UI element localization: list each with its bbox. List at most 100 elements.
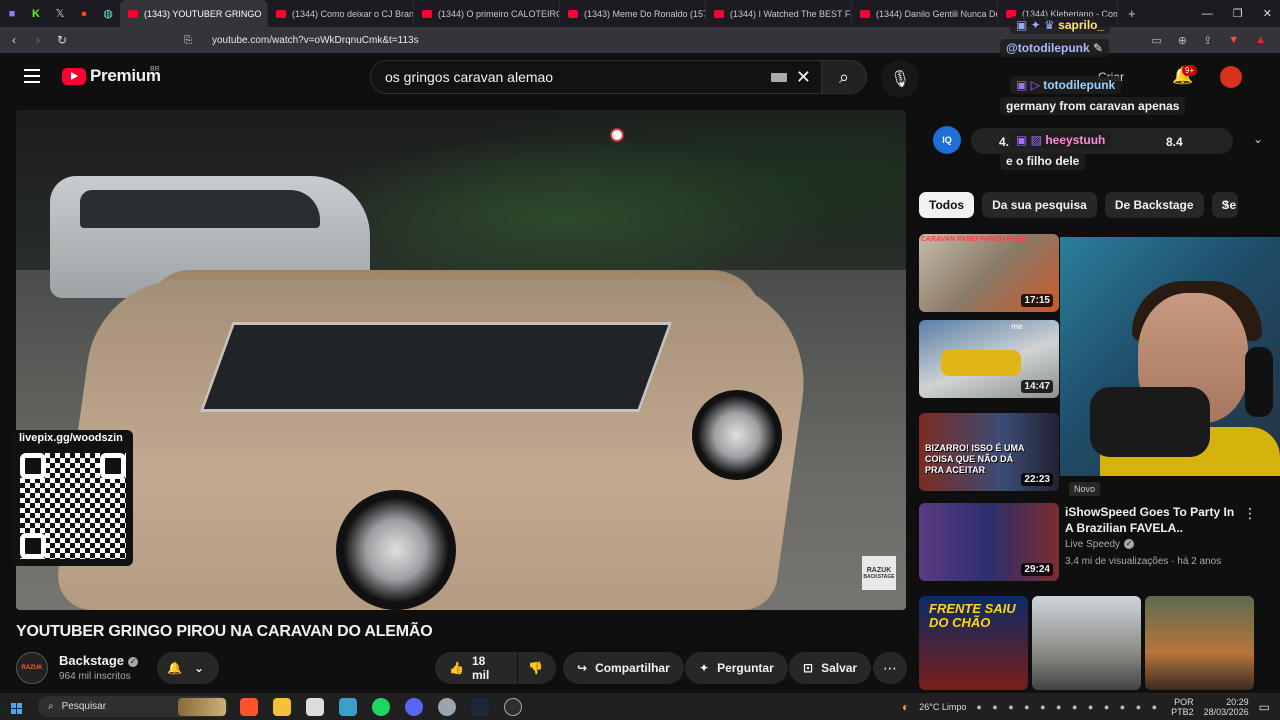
dislike-button[interactable]: 👎 bbox=[518, 652, 556, 684]
kick-icon[interactable]: K bbox=[24, 0, 48, 27]
clock[interactable]: 20:29 28/03/2026 bbox=[1204, 697, 1249, 717]
file-explorer-icon[interactable] bbox=[273, 697, 291, 716]
zoom-icon[interactable]: ⊕ bbox=[1178, 34, 1187, 47]
badge-icon: ▣ ✦ ♛ bbox=[1016, 18, 1059, 32]
reload-icon[interactable]: ↻ bbox=[52, 33, 72, 47]
tab[interactable]: (1344) O primeiro CALOTEIRO d bbox=[414, 0, 560, 27]
country-code: BR bbox=[150, 66, 160, 73]
video-player[interactable] bbox=[16, 110, 906, 610]
chevron-right-icon[interactable]: › bbox=[1224, 195, 1229, 211]
save-button[interactable]: ⊡ Salvar bbox=[789, 652, 872, 684]
share-button[interactable]: ↪ Compartilhar bbox=[563, 652, 684, 684]
search-highlight-image bbox=[178, 697, 226, 716]
channel-watermark[interactable]: RAZUK BACKSTAGE bbox=[862, 556, 896, 590]
tab[interactable]: (1344) I Watched The BEST Fan bbox=[706, 0, 852, 27]
account-avatar[interactable] bbox=[1220, 66, 1242, 88]
search-icon: ⌕ bbox=[48, 701, 54, 712]
app-icon[interactable] bbox=[339, 697, 357, 716]
chat-message: ▣ ✦ ♛ saprilo_ bbox=[1010, 16, 1111, 34]
channel-avatar[interactable]: RAZUK bbox=[16, 652, 48, 684]
brave-shield-icon[interactable]: ▼ bbox=[1228, 34, 1239, 47]
like-button[interactable]: 👍 18 mil bbox=[435, 652, 517, 684]
subscriber-count: 964 mil inscritos bbox=[59, 671, 131, 682]
more-vertical-icon[interactable]: ⋮ bbox=[1243, 505, 1257, 522]
short-thumbnail[interactable] bbox=[1032, 596, 1141, 690]
maximize-icon[interactable]: ❐ bbox=[1233, 7, 1243, 20]
recommendation-thumbnail[interactable]: CARAVAN PAREI PAROU FOLEI 17:15 bbox=[919, 234, 1059, 312]
cast-icon[interactable]: ▭ bbox=[1151, 34, 1161, 47]
language-indicator[interactable]: POR PTB2 bbox=[1171, 697, 1194, 717]
new-tab-icon[interactable]: + bbox=[1128, 6, 1136, 21]
video-frame-van-window bbox=[80, 190, 320, 228]
tray-icons[interactable]: ● ● ● ● ● ● ● ● ● ● ● ● bbox=[976, 702, 1161, 712]
discord-icon[interactable] bbox=[405, 697, 423, 716]
window-controls: — ❐ ✕ bbox=[1202, 0, 1272, 27]
voice-search-button[interactable]: 🎙 bbox=[881, 60, 919, 98]
close-window-icon[interactable]: ✕ bbox=[1263, 7, 1272, 20]
tab-active[interactable]: (1343) YOUTUBER GRINGO✕ bbox=[120, 0, 268, 27]
chat-message: ▣ ▷ totodilepunk bbox=[1010, 76, 1122, 94]
forward-icon[interactable]: › bbox=[28, 33, 48, 47]
notification-icon[interactable]: ▭ bbox=[1259, 700, 1270, 714]
start-button[interactable] bbox=[2, 700, 30, 714]
channel-name[interactable]: Backstage ✓ bbox=[59, 653, 139, 668]
chat-message: e o filho dele bbox=[1000, 152, 1086, 170]
back-icon[interactable]: ‹ bbox=[4, 33, 24, 47]
iq-badge[interactable]: IQ bbox=[933, 126, 961, 154]
windows-taskbar: ⌕ Pesquisar ◐ 26°C Limpo ● ● ● ● ● ● ● ● … bbox=[0, 693, 1280, 720]
extension-icon[interactable]: ■ bbox=[0, 0, 24, 27]
thumbs-down-icon: 👎 bbox=[528, 661, 543, 675]
x-icon[interactable]: 𝕏 bbox=[48, 0, 72, 27]
recommendation-title[interactable]: iShowSpeed Goes To Party In A Brazilian … bbox=[1065, 504, 1245, 536]
search-input[interactable]: os gringos caravan alemao ✕ bbox=[370, 60, 822, 94]
spotify-icon[interactable] bbox=[372, 697, 390, 716]
steam-icon[interactable] bbox=[471, 697, 489, 716]
chip-from-channel[interactable]: De Backstage bbox=[1104, 192, 1204, 218]
video-duration: 22:23 bbox=[1021, 473, 1053, 486]
recommendation-channel[interactable]: Live Speedy ✓ bbox=[1065, 539, 1135, 550]
notification-count: 9+ bbox=[1182, 65, 1198, 76]
reddit-icon[interactable]: ● bbox=[72, 0, 96, 27]
menu-icon[interactable] bbox=[24, 69, 40, 83]
taskbar-search[interactable]: ⌕ Pesquisar bbox=[38, 696, 228, 717]
tab[interactable]: (1343) Meme Do Ronaldo (157 bbox=[560, 0, 706, 27]
subscription-bell-button[interactable]: 🔔 ⌄ bbox=[157, 652, 219, 684]
tab[interactable]: (1344) Como deixar o CJ Branco bbox=[268, 0, 414, 27]
keyboard-icon[interactable] bbox=[771, 73, 787, 82]
youtube-favicon-icon bbox=[714, 9, 724, 18]
minimize-icon[interactable]: — bbox=[1202, 8, 1213, 20]
chip-from-search[interactable]: Da sua pesquisa bbox=[982, 192, 1097, 218]
clear-search-icon[interactable]: ✕ bbox=[796, 67, 811, 88]
globe-icon[interactable]: ◍ bbox=[96, 0, 120, 27]
tab[interactable]: (1344) Danilo Gentili Nunca De bbox=[852, 0, 998, 27]
obs-icon[interactable] bbox=[504, 697, 522, 716]
recommendation-thumbnail[interactable]: 29:24 bbox=[919, 503, 1059, 581]
system-tray: ◐ 26°C Limpo ● ● ● ● ● ● ● ● ● ● ● ● POR… bbox=[902, 693, 1270, 720]
brave-icon[interactable] bbox=[240, 697, 258, 716]
more-actions-button[interactable]: ⋯ bbox=[873, 652, 907, 684]
search-button[interactable]: ⌕ bbox=[821, 60, 867, 94]
short-thumbnail[interactable]: FRENTE SAIU DO CHÃO bbox=[919, 596, 1028, 690]
brave-rewards-icon[interactable]: ▲ bbox=[1255, 34, 1266, 47]
video-frame-road-sign bbox=[610, 128, 624, 142]
app-icon[interactable] bbox=[306, 697, 324, 716]
video-title: YOUTUBER GRINGO PIROU NA CARAVAN DO ALEM… bbox=[16, 623, 433, 640]
recommendation-thumbnail[interactable]: BIZARRO! ISSO É UMA COISA QUE NÃO DÁ PRA… bbox=[919, 413, 1059, 491]
bell-icon: 🔔 bbox=[167, 661, 182, 675]
badge-icon: ▣ ▷ bbox=[1016, 78, 1044, 92]
app-icon[interactable] bbox=[438, 697, 456, 716]
recommendation-thumbnail[interactable]: me 14:47 bbox=[919, 320, 1059, 398]
url-field[interactable]: youtube.com/watch?v=oWkDrqnuCmk&t=113s bbox=[212, 35, 419, 46]
address-bar-actions: ▭ ⊕ ⇪ ▼ ▲ bbox=[1151, 34, 1266, 47]
webcam-headphone bbox=[1245, 347, 1273, 417]
short-thumbnail[interactable] bbox=[1145, 596, 1254, 690]
verified-icon: ✓ bbox=[128, 657, 139, 667]
verified-icon: ✓ bbox=[1124, 539, 1135, 549]
chip-all[interactable]: Todos bbox=[919, 192, 975, 218]
livepix-url: livepix.gg/woodszin bbox=[19, 432, 123, 444]
weather[interactable]: 26°C Limpo bbox=[919, 702, 966, 712]
ask-button[interactable]: ✦ Perguntar bbox=[685, 652, 788, 684]
share-icon[interactable]: ⇪ bbox=[1203, 34, 1212, 47]
youtube-logo[interactable]: Premium bbox=[62, 66, 161, 86]
bookmark-icon[interactable]: ⎘ bbox=[184, 35, 192, 46]
